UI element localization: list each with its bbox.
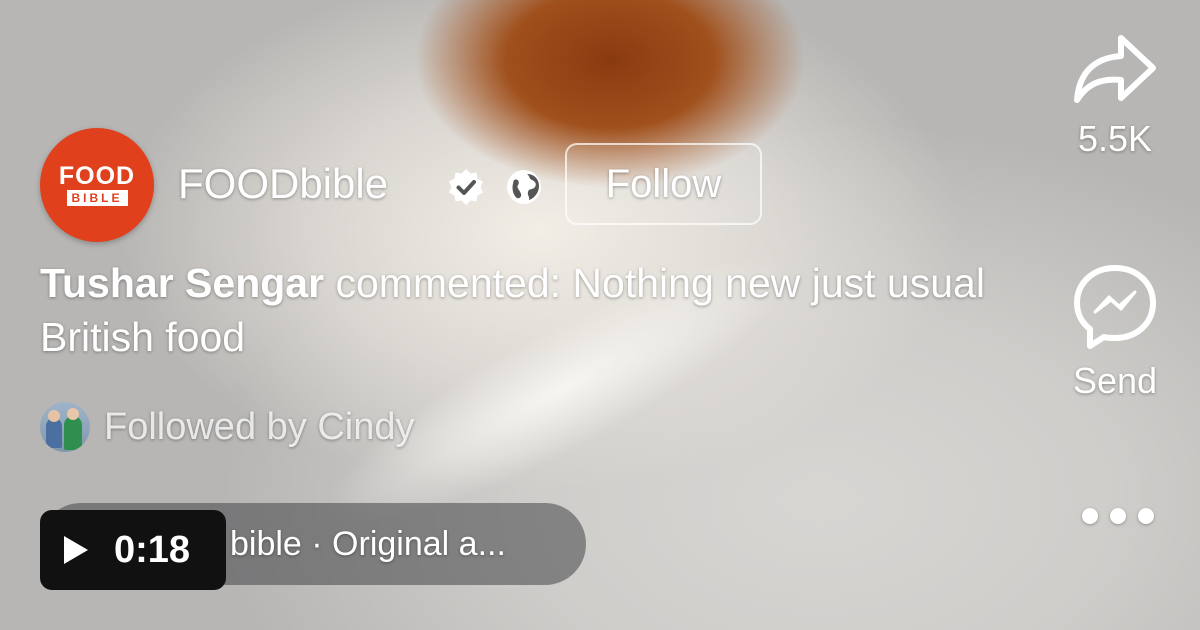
verified-badge-icon <box>449 169 483 205</box>
more-dot <box>1110 508 1126 524</box>
more-dot <box>1138 508 1154 524</box>
reel-viewer: FOOD BIBLE FOODbible Follow Tushar Senga… <box>0 0 1200 630</box>
share-button[interactable]: 5.5K <box>1063 28 1167 160</box>
follow-button[interactable]: Follow <box>565 143 762 225</box>
more-dot <box>1082 508 1098 524</box>
comment-author[interactable]: Tushar Sengar <box>40 260 324 306</box>
globe-icon <box>507 170 541 204</box>
page-avatar[interactable]: FOOD BIBLE <box>40 128 154 242</box>
logo-text-bottom: BIBLE <box>66 190 128 206</box>
share-count: 5.5K <box>1077 118 1153 159</box>
followed-by-row[interactable]: Followed by Cindy <box>40 400 414 454</box>
followed-by-text: Followed by Cindy <box>104 405 415 448</box>
play-icon <box>64 536 88 564</box>
share-icon <box>1074 35 1156 103</box>
audio-label: bible · Original a... <box>230 524 506 563</box>
page-name[interactable]: FOODbible <box>178 160 388 208</box>
friend-avatar <box>40 402 90 452</box>
reel-caption[interactable]: Tushar Sengar commented: Nothing new jus… <box>40 256 1000 364</box>
video-duration: 0:18 <box>114 528 191 571</box>
send-button[interactable]: Send <box>1063 262 1167 402</box>
send-label: Send <box>1072 360 1158 401</box>
logo-text-top: FOOD <box>58 162 136 190</box>
messenger-icon <box>1074 265 1156 349</box>
video-duration-badge[interactable]: 0:18 <box>40 510 226 590</box>
more-icon[interactable] <box>1082 505 1154 527</box>
